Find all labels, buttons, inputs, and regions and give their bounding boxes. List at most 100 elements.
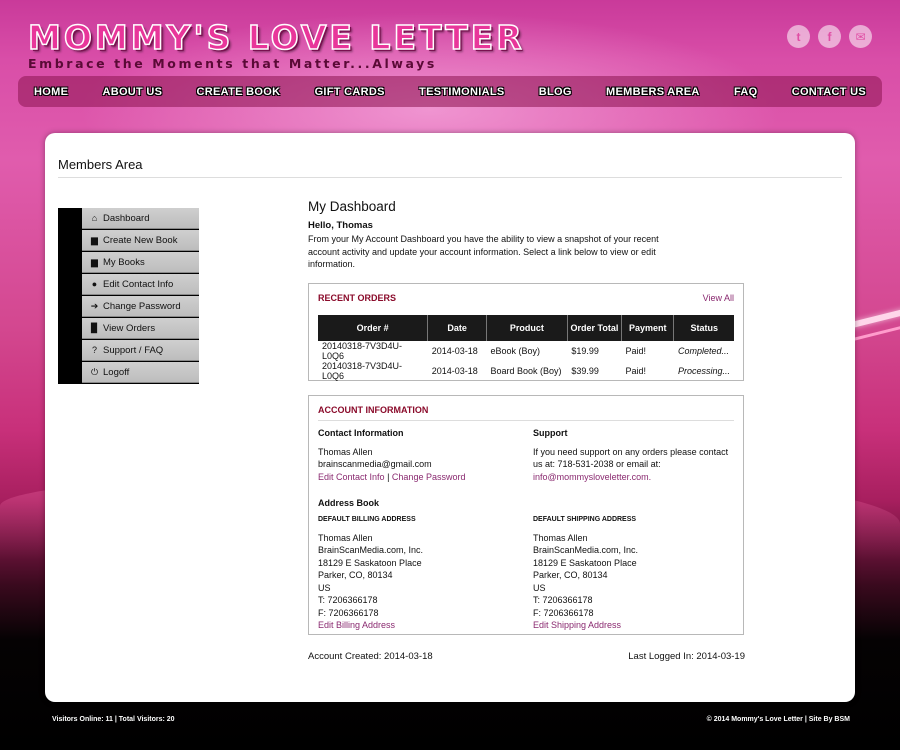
address-book-heading: Address Book [318,498,380,508]
sidebar-item-view-orders[interactable]: ▉ View Orders [82,318,199,339]
order-status: Completed... [677,346,729,356]
billing-line: BrainScanMedia.com, Inc. [318,545,424,555]
sidebar-item-logoff[interactable]: ⏻ Logoff [82,362,199,383]
page-title: Members Area [58,157,143,172]
sidebar-item-edit-contact-info[interactable]: ● Edit Contact Info [82,274,199,295]
sidebar-item-my-books[interactable]: ▆ My Books [82,252,199,273]
sidebar-item-support-faq[interactable]: ? Support / FAQ [82,340,199,361]
member-sidebar: ⌂ Dashboard ▆ Create New Book ▆ My Books… [58,208,199,384]
edit-billing-address-link[interactable]: Edit Billing Address [318,620,395,630]
order-product: Board Book (Boy) [490,366,562,376]
dashboard-title: My Dashboard [308,199,396,214]
nav-contact-us[interactable]: CONTACT US [792,86,866,98]
nav-blog[interactable]: BLOG [539,86,572,98]
contact-information: Contact Information Thomas Allen brainsc… [318,427,518,483]
file-icon: ▉ [91,322,98,333]
sidebar-item-label: My Books [103,256,145,268]
order-date: 2014-03-18 [431,346,478,356]
billing-line: 18129 E Saskatoon Place [318,557,422,568]
nav-gift-cards[interactable]: GIFT CARDS [315,86,385,98]
nav-testimonials[interactable]: TESTIMONIALS [419,86,505,98]
support-text: If you need support on any orders please… [533,446,729,470]
edit-contact-info-link[interactable]: Edit Contact Info [318,472,385,482]
site-logo-title[interactable]: MOMMY'S LOVE LETTER [27,17,525,58]
support-information: Support If you need support on any order… [533,427,735,483]
table-row[interactable]: 20140318-7V3D4U-L0Q6 2014-03-18 eBook (B… [318,341,734,361]
facebook-icon[interactable]: f [818,25,841,48]
billing-line: Parker, CO, 80134 [318,570,393,580]
nav-about-us[interactable]: ABOUT US [102,86,162,98]
social-links: t f ✉ [783,25,872,48]
shipping-heading: DEFAULT SHIPPING ADDRESS [533,516,637,523]
nav-create-book[interactable]: CREATE BOOK [197,86,281,98]
col-date: Date [427,315,487,341]
shipping-line: F: 7206366178 [533,607,594,618]
order-date: 2014-03-18 [431,366,478,376]
account-divider [318,420,734,421]
sidebar-item-create-new-book[interactable]: ▆ Create New Book [82,230,199,251]
site-tagline: Embrace the Moments that Matter...Always [28,56,437,71]
power-icon: ⏻ [90,366,99,377]
copyright: © 2014 Mommy's Love Letter | Site By BSM [706,716,850,723]
recent-orders-heading: RECENT ORDERS [318,293,397,303]
shipping-line: T: 7206366178 [533,595,593,605]
order-status: Processing... [677,366,730,376]
visitor-stats: Visitors Online: 11 | Total Visitors: 20 [52,716,175,723]
support-email-link[interactable]: info@mommysloveletter.com. [533,472,651,482]
main-nav: HOME ABOUT US CREATE BOOK GIFT CARDS TES… [18,76,882,107]
nav-members-area[interactable]: MEMBERS AREA [606,86,700,98]
view-all-orders-link[interactable]: View All [703,293,734,303]
billing-line: US [318,582,331,593]
order-number: 20140318-7V3D4U-L0Q6 [322,361,403,381]
sidebar-item-label: Dashboard [103,212,150,224]
book-icon: ▆ [91,234,98,245]
account-information-heading: ACCOUNT INFORMATION [318,405,429,415]
sidebar-item-dashboard[interactable]: ⌂ Dashboard [82,208,199,229]
greeting: Hello, Thomas [308,220,373,231]
col-order-total: Order Total [567,315,623,341]
edit-shipping-address-link[interactable]: Edit Shipping Address [533,620,621,630]
link-separator: | [387,471,390,482]
billing-line: T: 7206366178 [318,595,378,605]
contact-name: Thomas Allen [318,446,373,457]
change-password-link[interactable]: Change Password [392,472,466,482]
order-payment: Paid! [625,346,647,356]
dashboard-description: From your My Account Dashboard you have … [308,234,659,269]
last-logged-in: Last Logged In: 2014-03-19 [628,651,745,662]
sidebar-item-label: Edit Contact Info [103,278,174,290]
shipping-line: US [533,582,546,593]
billing-line: Thomas Allen [318,532,373,543]
recent-orders-box: RECENT ORDERS View All Order # Date Prod… [308,283,744,381]
sidebar-item-change-password[interactable]: ➔ Change Password [82,296,199,317]
shipping-line: Thomas Allen [533,532,588,543]
account-created: Account Created: 2014-03-18 [308,651,433,662]
shipping-line: 18129 E Saskatoon Place [533,557,637,568]
billing-address: DEFAULT BILLING ADDRESS Thomas Allen Bra… [318,514,518,632]
user-icon: ● [91,279,98,289]
contact-email: brainscanmedia@gmail.com [318,459,432,469]
billing-heading: DEFAULT BILLING ADDRESS [318,516,416,523]
sidebar-item-label: Create New Book [103,234,178,246]
table-row[interactable]: 20140318-7V3D4U-L0Q6 2014-03-18 Board Bo… [318,361,734,381]
col-payment: Payment [621,315,675,341]
twitter-icon[interactable]: t [787,25,810,48]
contact-heading: Contact Information [318,428,404,438]
sidebar-item-label: View Orders [103,322,156,334]
nav-home[interactable]: HOME [34,86,68,98]
books-icon: ▆ [91,256,98,267]
col-order-number: Order # [318,315,429,341]
nav-faq[interactable]: FAQ [734,86,758,98]
home-icon: ⌂ [91,213,98,223]
order-total: $19.99 [571,346,599,356]
shipping-line: Parker, CO, 80134 [533,570,608,580]
sidebar-item-label: Change Password [103,300,181,312]
sign-in-icon: ➔ [90,300,99,311]
col-status: Status [673,315,734,341]
order-number: 20140318-7V3D4U-L0Q6 [322,341,403,361]
table-header-row: Order # Date Product Order Total Payment… [318,315,734,341]
email-icon[interactable]: ✉ [849,25,872,48]
billing-line: F: 7206366178 [318,607,379,618]
order-payment: Paid! [625,366,647,376]
title-divider [58,177,842,178]
dashboard-intro: My Dashboard Hello, Thomas From your My … [308,199,748,271]
